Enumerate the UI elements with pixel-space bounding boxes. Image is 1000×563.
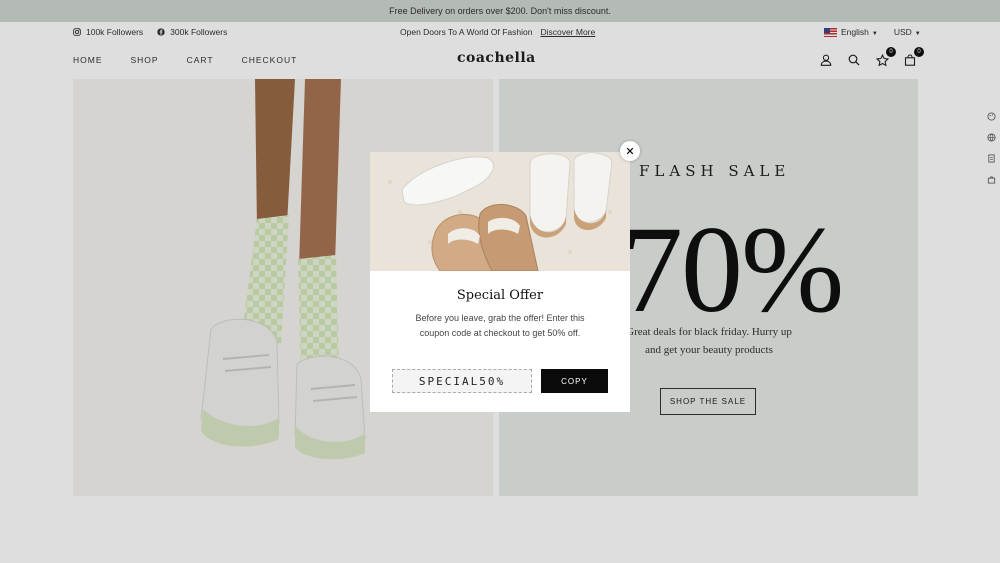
- special-offer-popup: Special Offer Before you leave, grab the…: [370, 152, 630, 412]
- close-icon: [626, 147, 634, 155]
- popup-title: Special Offer: [456, 288, 544, 303]
- close-popup-button[interactable]: [620, 141, 640, 161]
- popup-photo-shoes: [370, 152, 630, 271]
- popup-description: Before you leave, grab the offer! Enter …: [415, 313, 585, 338]
- popup-image: [370, 152, 630, 271]
- copy-coupon-button[interactable]: COPY: [541, 369, 608, 393]
- coupon-code-field[interactable]: SPECIAL50%: [392, 369, 532, 393]
